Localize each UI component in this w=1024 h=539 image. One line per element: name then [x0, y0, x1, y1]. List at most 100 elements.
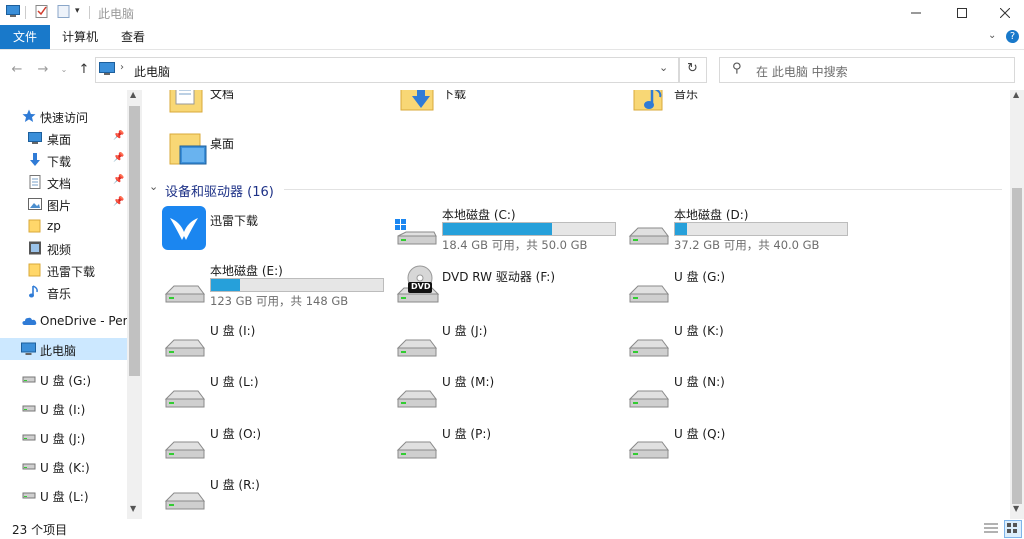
tiles-view-button[interactable] [1004, 520, 1022, 538]
usb-drive-g[interactable] [626, 276, 670, 306]
download-icon [30, 153, 40, 166]
folder-label[interactable]: 桌面 [210, 135, 234, 152]
tab-view[interactable]: 查看 [110, 25, 156, 49]
drive-label[interactable]: DVD RW 驱动器 (F:) [442, 268, 555, 285]
xunlei-drive[interactable] [162, 206, 206, 250]
folder-music[interactable] [632, 90, 672, 118]
scroll-up-icon[interactable]: ▲ [1013, 90, 1019, 99]
folder-documents[interactable] [168, 90, 208, 118]
computer-icon [21, 342, 36, 355]
scroll-up-icon[interactable]: ▲ [130, 90, 136, 99]
folder-label[interactable]: 下载 [442, 90, 466, 102]
title-bar: ▾ 此电脑 [0, 0, 1024, 25]
disk-e[interactable] [162, 276, 206, 306]
up-button[interactable]: ↑ [76, 62, 92, 78]
breadcrumb-separator-icon[interactable]: › [120, 62, 124, 73]
scroll-down-icon[interactable]: ▼ [130, 504, 136, 513]
drive-label[interactable]: U 盘 (K:) [674, 322, 724, 339]
usb-drive-m[interactable] [394, 381, 438, 411]
sidebar-scroll-thumb[interactable] [129, 106, 140, 376]
customize-qa-dropdown[interactable]: ▾ [75, 6, 80, 16]
details-view-button[interactable] [984, 522, 998, 534]
recent-dropdown[interactable]: ⌄ [56, 62, 72, 78]
tab-computer[interactable]: 计算机 [54, 25, 106, 49]
nav-drive-j[interactable]: U 盘 (J:) [0, 426, 127, 448]
computer-icon[interactable] [6, 5, 20, 18]
nav-drive-i[interactable]: U 盘 (I:) [0, 397, 127, 419]
drive-label[interactable]: U 盘 (N:) [674, 373, 725, 390]
help-icon[interactable]: ? [1006, 30, 1019, 43]
drive-label[interactable]: U 盘 (O:) [210, 425, 261, 442]
usb-drive-o[interactable] [162, 432, 206, 462]
new-folder-icon[interactable] [57, 5, 71, 18]
nav-drive-g[interactable]: U 盘 (G:) [0, 368, 127, 390]
nav-item-documents[interactable]: 文档 📌 [0, 171, 127, 193]
back-button[interactable]: ← [9, 62, 25, 78]
details-view-icon [984, 523, 998, 533]
close-button[interactable] [985, 0, 1024, 25]
folder-label[interactable]: 音乐 [674, 90, 698, 102]
search-box[interactable]: ⚲ 在 此电脑 中搜索 [719, 57, 1015, 83]
section-collapse-chevron-icon[interactable]: ⌄ [149, 180, 158, 193]
breadcrumb[interactable]: 此电脑 [134, 63, 170, 80]
folder-downloads[interactable] [399, 90, 439, 118]
usb-drive-k[interactable] [626, 330, 670, 360]
tab-file[interactable]: 文件 [0, 25, 50, 49]
minimize-button[interactable] [893, 0, 939, 25]
address-dropdown-icon[interactable]: ⌄ [659, 61, 668, 74]
usb-drive-l[interactable] [162, 381, 206, 411]
drive-label[interactable]: 本地磁盘 (D:) [674, 206, 748, 223]
drive-label[interactable]: U 盘 (I:) [210, 322, 255, 339]
desktop-icon [28, 132, 42, 144]
disk-c[interactable] [394, 218, 438, 248]
ribbon-expand-chevron-icon[interactable]: ⌄ [988, 30, 996, 41]
nav-item-pictures[interactable]: 图片 📌 [0, 193, 127, 215]
drive-label[interactable]: U 盘 (R:) [210, 476, 260, 493]
maximize-button[interactable] [939, 0, 985, 25]
drive-label[interactable]: U 盘 (Q:) [674, 425, 725, 442]
address-bar[interactable]: › 此电脑 ⌄ [95, 57, 679, 83]
properties-icon[interactable] [35, 5, 49, 18]
forward-button[interactable]: → [35, 62, 51, 78]
drive-label[interactable]: U 盘 (G:) [674, 268, 725, 285]
folder-desktop[interactable] [168, 130, 208, 168]
pin-icon: 📌 [113, 153, 125, 163]
disk-d[interactable] [626, 218, 670, 248]
xunlei-bird-icon [170, 218, 198, 240]
usb-drive-i[interactable] [162, 330, 206, 360]
nav-drive-k[interactable]: U 盘 (K:) [0, 455, 127, 477]
drive-label[interactable]: 迅雷下载 [210, 212, 258, 229]
nav-item-music[interactable]: 音乐 [0, 281, 127, 303]
usb-drive-j[interactable] [394, 330, 438, 360]
usb-drive-icon [628, 285, 669, 303]
nav-item-videos[interactable]: 视频 [0, 237, 127, 259]
nav-drive-l[interactable]: U 盘 (L:) [0, 484, 127, 506]
drive-label[interactable]: U 盘 (L:) [210, 373, 259, 390]
usb-drive-q[interactable] [626, 432, 670, 462]
drive-label[interactable]: U 盘 (M:) [442, 373, 494, 390]
navigation-pane: 快速访问 桌面 📌 下载 📌 文档 📌 图片 📌 zp 视频 迅雷下载 音乐 O… [0, 90, 142, 519]
nav-item-zp[interactable]: zp [0, 215, 127, 237]
drive-label[interactable]: U 盘 (P:) [442, 425, 491, 442]
content-scroll-thumb[interactable] [1012, 188, 1022, 504]
close-icon [999, 7, 1010, 18]
nav-label: U 盘 (J:) [40, 432, 86, 446]
nav-onedrive[interactable]: OneDrive - Perso [0, 310, 141, 332]
drive-label[interactable]: 本地磁盘 (E:) [210, 262, 283, 279]
usb-drive-r[interactable] [162, 483, 206, 513]
usb-drive-p[interactable] [394, 432, 438, 462]
drive-info: 18.4 GB 可用，共 50.0 GB [442, 238, 588, 252]
nav-quick-access[interactable]: 快速访问 [0, 105, 127, 127]
section-title[interactable]: 设备和驱动器 (16) [165, 181, 274, 200]
drive-label[interactable]: U 盘 (J:) [442, 322, 487, 339]
nav-item-desktop[interactable]: 桌面 📌 [0, 127, 127, 149]
nav-item-xunlei[interactable]: 迅雷下载 [0, 259, 127, 281]
dvd-drive[interactable]: DVD [394, 264, 440, 304]
usb-drive-n[interactable] [626, 381, 670, 411]
folder-label[interactable]: 文档 [210, 90, 234, 102]
scroll-down-icon[interactable]: ▼ [1013, 504, 1019, 513]
refresh-button[interactable]: ↻ [679, 57, 707, 83]
nav-item-downloads[interactable]: 下载 📌 [0, 149, 127, 171]
drive-label[interactable]: 本地磁盘 (C:) [442, 206, 516, 223]
nav-this-pc[interactable]: 此电脑 [0, 338, 127, 360]
